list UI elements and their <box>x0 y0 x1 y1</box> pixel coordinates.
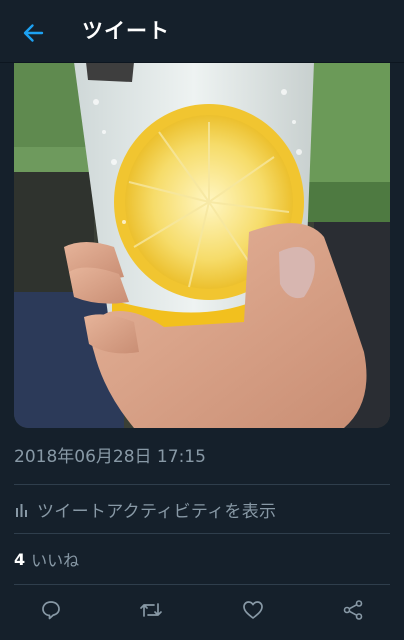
tweet-timestamp: 2018年06月28日 17:15 <box>14 447 206 467</box>
reply-button[interactable] <box>36 595 66 625</box>
share-icon <box>343 600 363 620</box>
bar-chart-icon <box>16 504 27 517</box>
lemon-glass-photo <box>14 62 390 428</box>
divider <box>14 533 390 534</box>
like-button[interactable] <box>238 595 268 625</box>
reply-icon <box>42 601 60 620</box>
likes-summary[interactable]: 4 いいね <box>14 546 79 572</box>
back-arrow-icon <box>23 24 44 42</box>
divider <box>14 484 390 485</box>
tweet-photo[interactable] <box>14 62 390 428</box>
tweet-activity-label: ツイートアクティビティを表示 <box>37 501 277 522</box>
page-title: ツイート <box>82 19 170 43</box>
likes-label: いいね <box>31 551 80 570</box>
retweet-button[interactable] <box>136 595 166 625</box>
heart-icon <box>243 601 263 619</box>
divider <box>14 584 390 585</box>
share-button[interactable] <box>338 595 368 625</box>
tweet-activity-link[interactable]: ツイートアクティビティを表示 <box>14 496 276 522</box>
top-bar: ツイート <box>0 0 404 62</box>
retweet-icon <box>140 603 162 617</box>
likes-count: 4 <box>14 549 26 569</box>
back-button[interactable] <box>16 16 50 50</box>
